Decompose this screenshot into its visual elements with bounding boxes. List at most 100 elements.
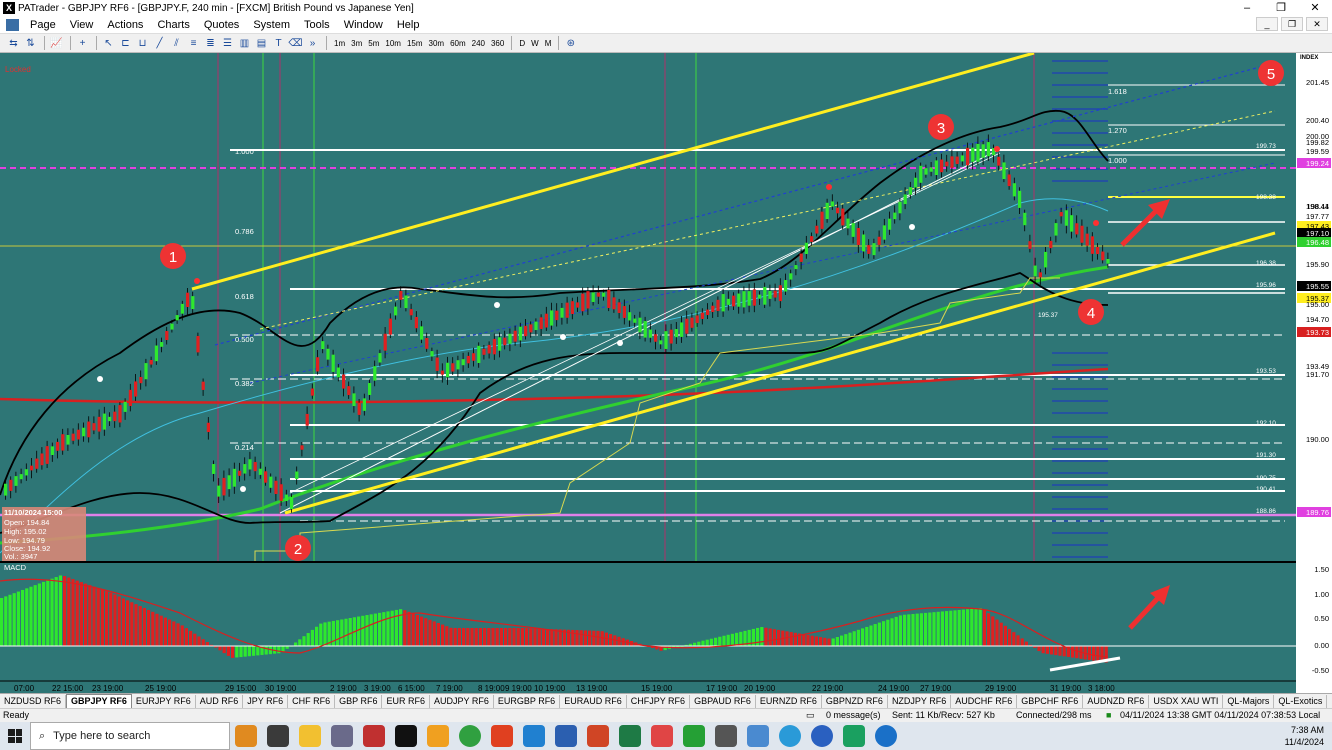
menu-actions[interactable]: Actions (100, 19, 150, 31)
tab-nzdjpy-rf6[interactable]: NZDJPY RF6 (888, 694, 952, 708)
channel-icon[interactable]: ⫽ (169, 36, 184, 51)
app-globe-icon[interactable] (811, 725, 833, 747)
taskbar-search[interactable]: ⌕ Type here to search (30, 722, 230, 750)
app-s2-icon[interactable] (523, 725, 545, 747)
tab-nzdusd-rf6[interactable]: NZDUSD RF6 (0, 694, 67, 708)
task-view-icon[interactable] (267, 725, 289, 747)
timeframe-d[interactable]: D (516, 39, 528, 48)
app-window-icon[interactable] (747, 725, 769, 747)
tab-ql-majors[interactable]: QL-Majors (1223, 694, 1275, 708)
erase-icon[interactable]: ⌫ (288, 36, 303, 51)
app-c2-icon[interactable] (683, 725, 705, 747)
timeframe-3m[interactable]: 3m (348, 39, 365, 48)
menu-view[interactable]: View (63, 19, 101, 31)
candle-body (680, 322, 684, 337)
pointer-icon[interactable]: ↖ (101, 36, 116, 51)
tab-audnzd-rf6[interactable]: AUDNZD RF6 (1083, 694, 1150, 708)
calculator-icon[interactable] (331, 725, 353, 747)
chrome-icon[interactable] (459, 725, 481, 747)
timeframe-15m[interactable]: 15m (404, 39, 426, 48)
tab-chfjpy-rf6[interactable]: CHFJPY RF6 (627, 694, 691, 708)
price-chart-svg[interactable]: 11/10/2024 15:00 Open: 194.84 High: 195.… (0, 53, 1332, 693)
timeframe-w[interactable]: W (528, 39, 542, 48)
candle-body (924, 168, 928, 175)
menu-page[interactable]: Page (23, 19, 63, 31)
tab-euraud-rf6[interactable]: EURAUD RF6 (560, 694, 627, 708)
timeframe-30m[interactable]: 30m (426, 39, 448, 48)
timeframe-m[interactable]: M (542, 39, 555, 48)
menu-window[interactable]: Window (337, 19, 390, 31)
tab-aud-rf6[interactable]: AUD RF6 (196, 694, 244, 708)
order-icon[interactable]: ⇅ (23, 36, 38, 51)
tab-gbpaud-rf6[interactable]: GBPAUD RF6 (690, 694, 756, 708)
menu-help[interactable]: Help (390, 19, 427, 31)
edge-icon[interactable] (875, 725, 897, 747)
macd-bar (726, 634, 730, 646)
powerpoint-icon[interactable] (587, 725, 609, 747)
minimize-button[interactable]: – (1230, 0, 1264, 16)
timeframe-5m[interactable]: 5m (365, 39, 382, 48)
taskbar-clock[interactable]: 7:38 AM 11/4/2024 (1285, 724, 1324, 748)
crosshair-icon[interactable]: + (75, 36, 90, 51)
tab-gbp-rf6[interactable]: GBP RF6 (335, 694, 383, 708)
tab-eurjpy-rf6[interactable]: EURJPY RF6 (132, 694, 196, 708)
tab-gbpjpy-rf6[interactable]: GBPJPY RF6 (66, 694, 132, 708)
mdi-minimize-button[interactable]: _ (1256, 17, 1278, 31)
tab-eurgbp-rf6[interactable]: EURGBP RF6 (494, 694, 561, 708)
pattrader-app-icon[interactable] (395, 725, 417, 747)
trendline-icon[interactable]: ╱ (152, 36, 167, 51)
word-icon[interactable] (555, 725, 577, 747)
app-w-icon[interactable] (843, 725, 865, 747)
drawing-tool-icon[interactable]: ⊔ (135, 36, 150, 51)
timeframe-360[interactable]: 360 (488, 39, 507, 48)
fibonacci-fan-icon[interactable]: ≣ (203, 36, 218, 51)
file-explorer-icon[interactable] (299, 725, 321, 747)
mdi-restore-button[interactable]: ❐ (1281, 17, 1303, 31)
tab-gbpchf-rf6[interactable]: GBPCHF RF6 (1017, 694, 1084, 708)
settings-icon[interactable]: ⊛ (563, 36, 578, 51)
maximize-button[interactable]: ❐ (1264, 0, 1298, 16)
telegram-icon[interactable] (779, 725, 801, 747)
tab-audjpy-rf6[interactable]: AUDJPY RF6 (430, 694, 494, 708)
buy-sell-icon[interactable]: ⇆ (6, 36, 21, 51)
timeframe-60m[interactable]: 60m (447, 39, 469, 48)
chart-app-icon[interactable] (363, 725, 385, 747)
menu-charts[interactable]: Charts (150, 19, 196, 31)
app-c-icon[interactable] (651, 725, 673, 747)
menu-quotes[interactable]: Quotes (197, 19, 246, 31)
tab-gbpnzd-rf6[interactable]: GBPNZD RF6 (822, 694, 888, 708)
status-messages[interactable]: 0 message(s) (826, 710, 881, 720)
app-icon[interactable] (427, 725, 449, 747)
fibonacci-icon[interactable]: ≡ (186, 36, 201, 51)
excel-icon[interactable] (619, 725, 641, 747)
menu-system[interactable]: System (246, 19, 297, 31)
more-icon[interactable]: » (305, 36, 320, 51)
timeframe-1m[interactable]: 1m (331, 39, 348, 48)
tab-ql-exotics[interactable]: QL-Exotics (1274, 694, 1328, 708)
chart-area[interactable]: 11/10/2024 15:00 Open: 194.84 High: 195.… (0, 53, 1332, 693)
tab-chf-rf6[interactable]: CHF RF6 (288, 694, 336, 708)
tab-jpy-rf6[interactable]: JPY RF6 (243, 694, 289, 708)
tab-audchf-rf6[interactable]: AUDCHF RF6 (951, 694, 1018, 708)
chart-icon[interactable]: 📈 (49, 36, 64, 51)
drawing-tool-icon[interactable]: ⊏ (118, 36, 133, 51)
tab-usdx-xau-wti[interactable]: USDX XAU WTI (1149, 694, 1224, 708)
candle-body (227, 475, 231, 490)
tab-usdx-rf6[interactable]: USDX RF6 (1327, 695, 1332, 708)
tab-eurnzd-rf6[interactable]: EURNZD RF6 (756, 694, 822, 708)
levels-icon[interactable]: ▤ (254, 36, 269, 51)
menu-tools[interactable]: Tools (297, 19, 337, 31)
close-button[interactable]: ✕ (1298, 0, 1332, 16)
settings-gear-icon[interactable] (715, 725, 737, 747)
tab-eur-rf6[interactable]: EUR RF6 (382, 694, 430, 708)
pivot-icon[interactable]: ☰ (220, 36, 235, 51)
macd-bar (705, 639, 709, 646)
start-button[interactable] (0, 722, 30, 750)
briefcase-app-icon[interactable] (235, 725, 257, 747)
timeframe-240[interactable]: 240 (469, 39, 488, 48)
mdi-close-button[interactable]: ✕ (1306, 17, 1328, 31)
timeframe-10m[interactable]: 10m (382, 39, 404, 48)
app-s-icon[interactable] (491, 725, 513, 747)
text-icon[interactable]: T (271, 36, 286, 51)
grid-icon[interactable]: ▥ (237, 36, 252, 51)
